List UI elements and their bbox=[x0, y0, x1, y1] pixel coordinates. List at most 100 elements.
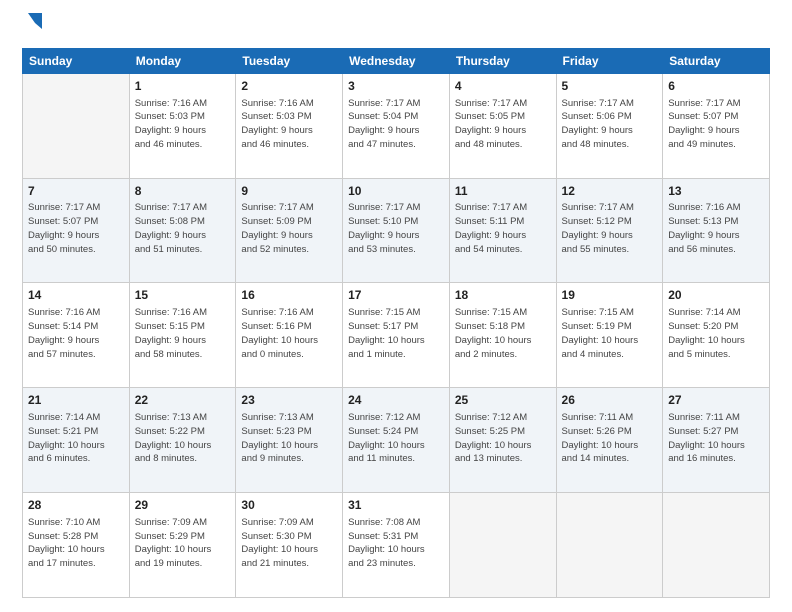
day-info: Sunrise: 7:17 AM Sunset: 5:07 PM Dayligh… bbox=[668, 97, 764, 152]
calendar-cell: 24Sunrise: 7:12 AM Sunset: 5:24 PM Dayli… bbox=[343, 388, 450, 493]
calendar-cell: 31 Sunrise: 7:08 AM Sunset: 5:31 PM Dayli… bbox=[343, 493, 450, 598]
day-number: 12 bbox=[562, 183, 658, 200]
calendar-header-friday: Friday bbox=[556, 48, 663, 73]
day-number: 15 bbox=[135, 287, 231, 304]
day-info: Sunrise: 7:17 AM Sunset: 5:06 PM Dayligh… bbox=[562, 97, 658, 152]
calendar-cell bbox=[663, 493, 770, 598]
day-info: Sunrise: 7:16 AM Sunset: 5:14 PM Dayligh… bbox=[28, 306, 124, 361]
day-info: Sunrise: 7:09 AM Sunset: 5:29 PM Dayligh… bbox=[135, 516, 231, 571]
calendar-cell: 26 Sunrise: 7:11 AM Sunset: 5:26 PM Dayli… bbox=[556, 388, 663, 493]
day-info: Sunrise: 7:15 AM Sunset: 5:19 PM Dayligh… bbox=[562, 306, 658, 361]
calendar-cell: 3Sunrise: 7:17 AM Sunset: 5:04 PM Daylig… bbox=[343, 73, 450, 178]
day-number: 6 bbox=[668, 78, 764, 95]
day-info: Sunrise: 7:13 AM Sunset: 5:22 PM Dayligh… bbox=[135, 411, 231, 466]
calendar-header-monday: Monday bbox=[129, 48, 236, 73]
day-info: Sunrise: 7:11 AM Sunset: 5:26 PM Dayligh… bbox=[562, 411, 658, 466]
calendar-week-4: 28 Sunrise: 7:10 AM Sunset: 5:28 PM Dayli… bbox=[23, 493, 770, 598]
calendar-cell: 28 Sunrise: 7:10 AM Sunset: 5:28 PM Dayli… bbox=[23, 493, 130, 598]
calendar-cell: 27 Sunrise: 7:11 AM Sunset: 5:27 PM Dayli… bbox=[663, 388, 770, 493]
day-number: 30 bbox=[241, 497, 337, 514]
calendar-cell: 1 Sunrise: 7:16 AM Sunset: 5:03 PM Daylig… bbox=[129, 73, 236, 178]
calendar-cell: 4 Sunrise: 7:17 AM Sunset: 5:05 PM Daylig… bbox=[449, 73, 556, 178]
calendar-cell: 21 Sunrise: 7:14 AM Sunset: 5:21 PM Dayli… bbox=[23, 388, 130, 493]
day-number: 3 bbox=[348, 78, 444, 95]
day-number: 31 bbox=[348, 497, 444, 514]
day-info: Sunrise: 7:14 AM Sunset: 5:21 PM Dayligh… bbox=[28, 411, 124, 466]
day-number: 20 bbox=[668, 287, 764, 304]
calendar-week-3: 21 Sunrise: 7:14 AM Sunset: 5:21 PM Dayli… bbox=[23, 388, 770, 493]
calendar-cell: 11Sunrise: 7:17 AM Sunset: 5:11 PM Dayli… bbox=[449, 178, 556, 283]
day-info: Sunrise: 7:16 AM Sunset: 5:13 PM Dayligh… bbox=[668, 201, 764, 256]
day-number: 11 bbox=[455, 183, 551, 200]
day-info: Sunrise: 7:11 AM Sunset: 5:27 PM Dayligh… bbox=[668, 411, 764, 466]
day-info: Sunrise: 7:12 AM Sunset: 5:25 PM Dayligh… bbox=[455, 411, 551, 466]
day-number: 2 bbox=[241, 78, 337, 95]
calendar-cell: 6 Sunrise: 7:17 AM Sunset: 5:07 PM Daylig… bbox=[663, 73, 770, 178]
calendar-cell: 22 Sunrise: 7:13 AM Sunset: 5:22 PM Dayli… bbox=[129, 388, 236, 493]
calendar-week-0: 1 Sunrise: 7:16 AM Sunset: 5:03 PM Daylig… bbox=[23, 73, 770, 178]
day-info: Sunrise: 7:09 AM Sunset: 5:30 PM Dayligh… bbox=[241, 516, 337, 571]
calendar-cell: 25 Sunrise: 7:12 AM Sunset: 5:25 PM Dayli… bbox=[449, 388, 556, 493]
day-number: 25 bbox=[455, 392, 551, 409]
day-info: Sunrise: 7:13 AM Sunset: 5:23 PM Dayligh… bbox=[241, 411, 337, 466]
calendar-cell: 5 Sunrise: 7:17 AM Sunset: 5:06 PM Daylig… bbox=[556, 73, 663, 178]
day-number: 13 bbox=[668, 183, 764, 200]
calendar-cell: 12Sunrise: 7:17 AM Sunset: 5:12 PM Dayli… bbox=[556, 178, 663, 283]
day-number: 1 bbox=[135, 78, 231, 95]
day-info: Sunrise: 7:15 AM Sunset: 5:18 PM Dayligh… bbox=[455, 306, 551, 361]
day-info: Sunrise: 7:16 AM Sunset: 5:15 PM Dayligh… bbox=[135, 306, 231, 361]
logo bbox=[22, 18, 46, 38]
day-info: Sunrise: 7:15 AM Sunset: 5:17 PM Dayligh… bbox=[348, 306, 444, 361]
day-info: Sunrise: 7:17 AM Sunset: 5:09 PM Dayligh… bbox=[241, 201, 337, 256]
calendar-header-tuesday: Tuesday bbox=[236, 48, 343, 73]
day-info: Sunrise: 7:17 AM Sunset: 5:08 PM Dayligh… bbox=[135, 201, 231, 256]
day-info: Sunrise: 7:08 AM Sunset: 5:31 PM Dayligh… bbox=[348, 516, 444, 571]
calendar-cell: 10Sunrise: 7:17 AM Sunset: 5:10 PM Dayli… bbox=[343, 178, 450, 283]
day-number: 27 bbox=[668, 392, 764, 409]
calendar-cell: 19Sunrise: 7:15 AM Sunset: 5:19 PM Dayli… bbox=[556, 283, 663, 388]
calendar-cell: 8Sunrise: 7:17 AM Sunset: 5:08 PM Daylig… bbox=[129, 178, 236, 283]
calendar-cell: 18 Sunrise: 7:15 AM Sunset: 5:18 PM Dayli… bbox=[449, 283, 556, 388]
day-number: 4 bbox=[455, 78, 551, 95]
page: SundayMondayTuesdayWednesdayThursdayFrid… bbox=[0, 0, 792, 612]
header bbox=[22, 18, 770, 38]
day-number: 29 bbox=[135, 497, 231, 514]
day-info: Sunrise: 7:14 AM Sunset: 5:20 PM Dayligh… bbox=[668, 306, 764, 361]
logo-icon bbox=[24, 9, 46, 31]
day-info: Sunrise: 7:17 AM Sunset: 5:05 PM Dayligh… bbox=[455, 97, 551, 152]
day-info: Sunrise: 7:16 AM Sunset: 5:03 PM Dayligh… bbox=[241, 97, 337, 152]
day-number: 18 bbox=[455, 287, 551, 304]
day-number: 9 bbox=[241, 183, 337, 200]
day-info: Sunrise: 7:10 AM Sunset: 5:28 PM Dayligh… bbox=[28, 516, 124, 571]
calendar-cell: 2 Sunrise: 7:16 AM Sunset: 5:03 PM Daylig… bbox=[236, 73, 343, 178]
day-number: 8 bbox=[135, 183, 231, 200]
day-info: Sunrise: 7:16 AM Sunset: 5:03 PM Dayligh… bbox=[135, 97, 231, 152]
day-info: Sunrise: 7:12 AM Sunset: 5:24 PM Dayligh… bbox=[348, 411, 444, 466]
day-number: 7 bbox=[28, 183, 124, 200]
calendar-cell bbox=[449, 493, 556, 598]
day-info: Sunrise: 7:17 AM Sunset: 5:10 PM Dayligh… bbox=[348, 201, 444, 256]
calendar-cell bbox=[556, 493, 663, 598]
calendar-cell: 9Sunrise: 7:17 AM Sunset: 5:09 PM Daylig… bbox=[236, 178, 343, 283]
calendar-cell: 13Sunrise: 7:16 AM Sunset: 5:13 PM Dayli… bbox=[663, 178, 770, 283]
day-number: 23 bbox=[241, 392, 337, 409]
day-info: Sunrise: 7:17 AM Sunset: 5:11 PM Dayligh… bbox=[455, 201, 551, 256]
calendar-cell: 16Sunrise: 7:16 AM Sunset: 5:16 PM Dayli… bbox=[236, 283, 343, 388]
calendar-week-1: 7Sunrise: 7:17 AM Sunset: 5:07 PM Daylig… bbox=[23, 178, 770, 283]
calendar-header-sunday: Sunday bbox=[23, 48, 130, 73]
calendar-cell: 23 Sunrise: 7:13 AM Sunset: 5:23 PM Dayli… bbox=[236, 388, 343, 493]
day-number: 26 bbox=[562, 392, 658, 409]
day-number: 28 bbox=[28, 497, 124, 514]
calendar-cell: 14 Sunrise: 7:16 AM Sunset: 5:14 PM Dayli… bbox=[23, 283, 130, 388]
calendar-cell: 7Sunrise: 7:17 AM Sunset: 5:07 PM Daylig… bbox=[23, 178, 130, 283]
day-info: Sunrise: 7:17 AM Sunset: 5:07 PM Dayligh… bbox=[28, 201, 124, 256]
day-number: 14 bbox=[28, 287, 124, 304]
calendar-cell: 15 Sunrise: 7:16 AM Sunset: 5:15 PM Dayli… bbox=[129, 283, 236, 388]
day-number: 21 bbox=[28, 392, 124, 409]
day-number: 10 bbox=[348, 183, 444, 200]
day-number: 5 bbox=[562, 78, 658, 95]
calendar-cell bbox=[23, 73, 130, 178]
day-number: 22 bbox=[135, 392, 231, 409]
calendar-cell: 17Sunrise: 7:15 AM Sunset: 5:17 PM Dayli… bbox=[343, 283, 450, 388]
day-info: Sunrise: 7:16 AM Sunset: 5:16 PM Dayligh… bbox=[241, 306, 337, 361]
